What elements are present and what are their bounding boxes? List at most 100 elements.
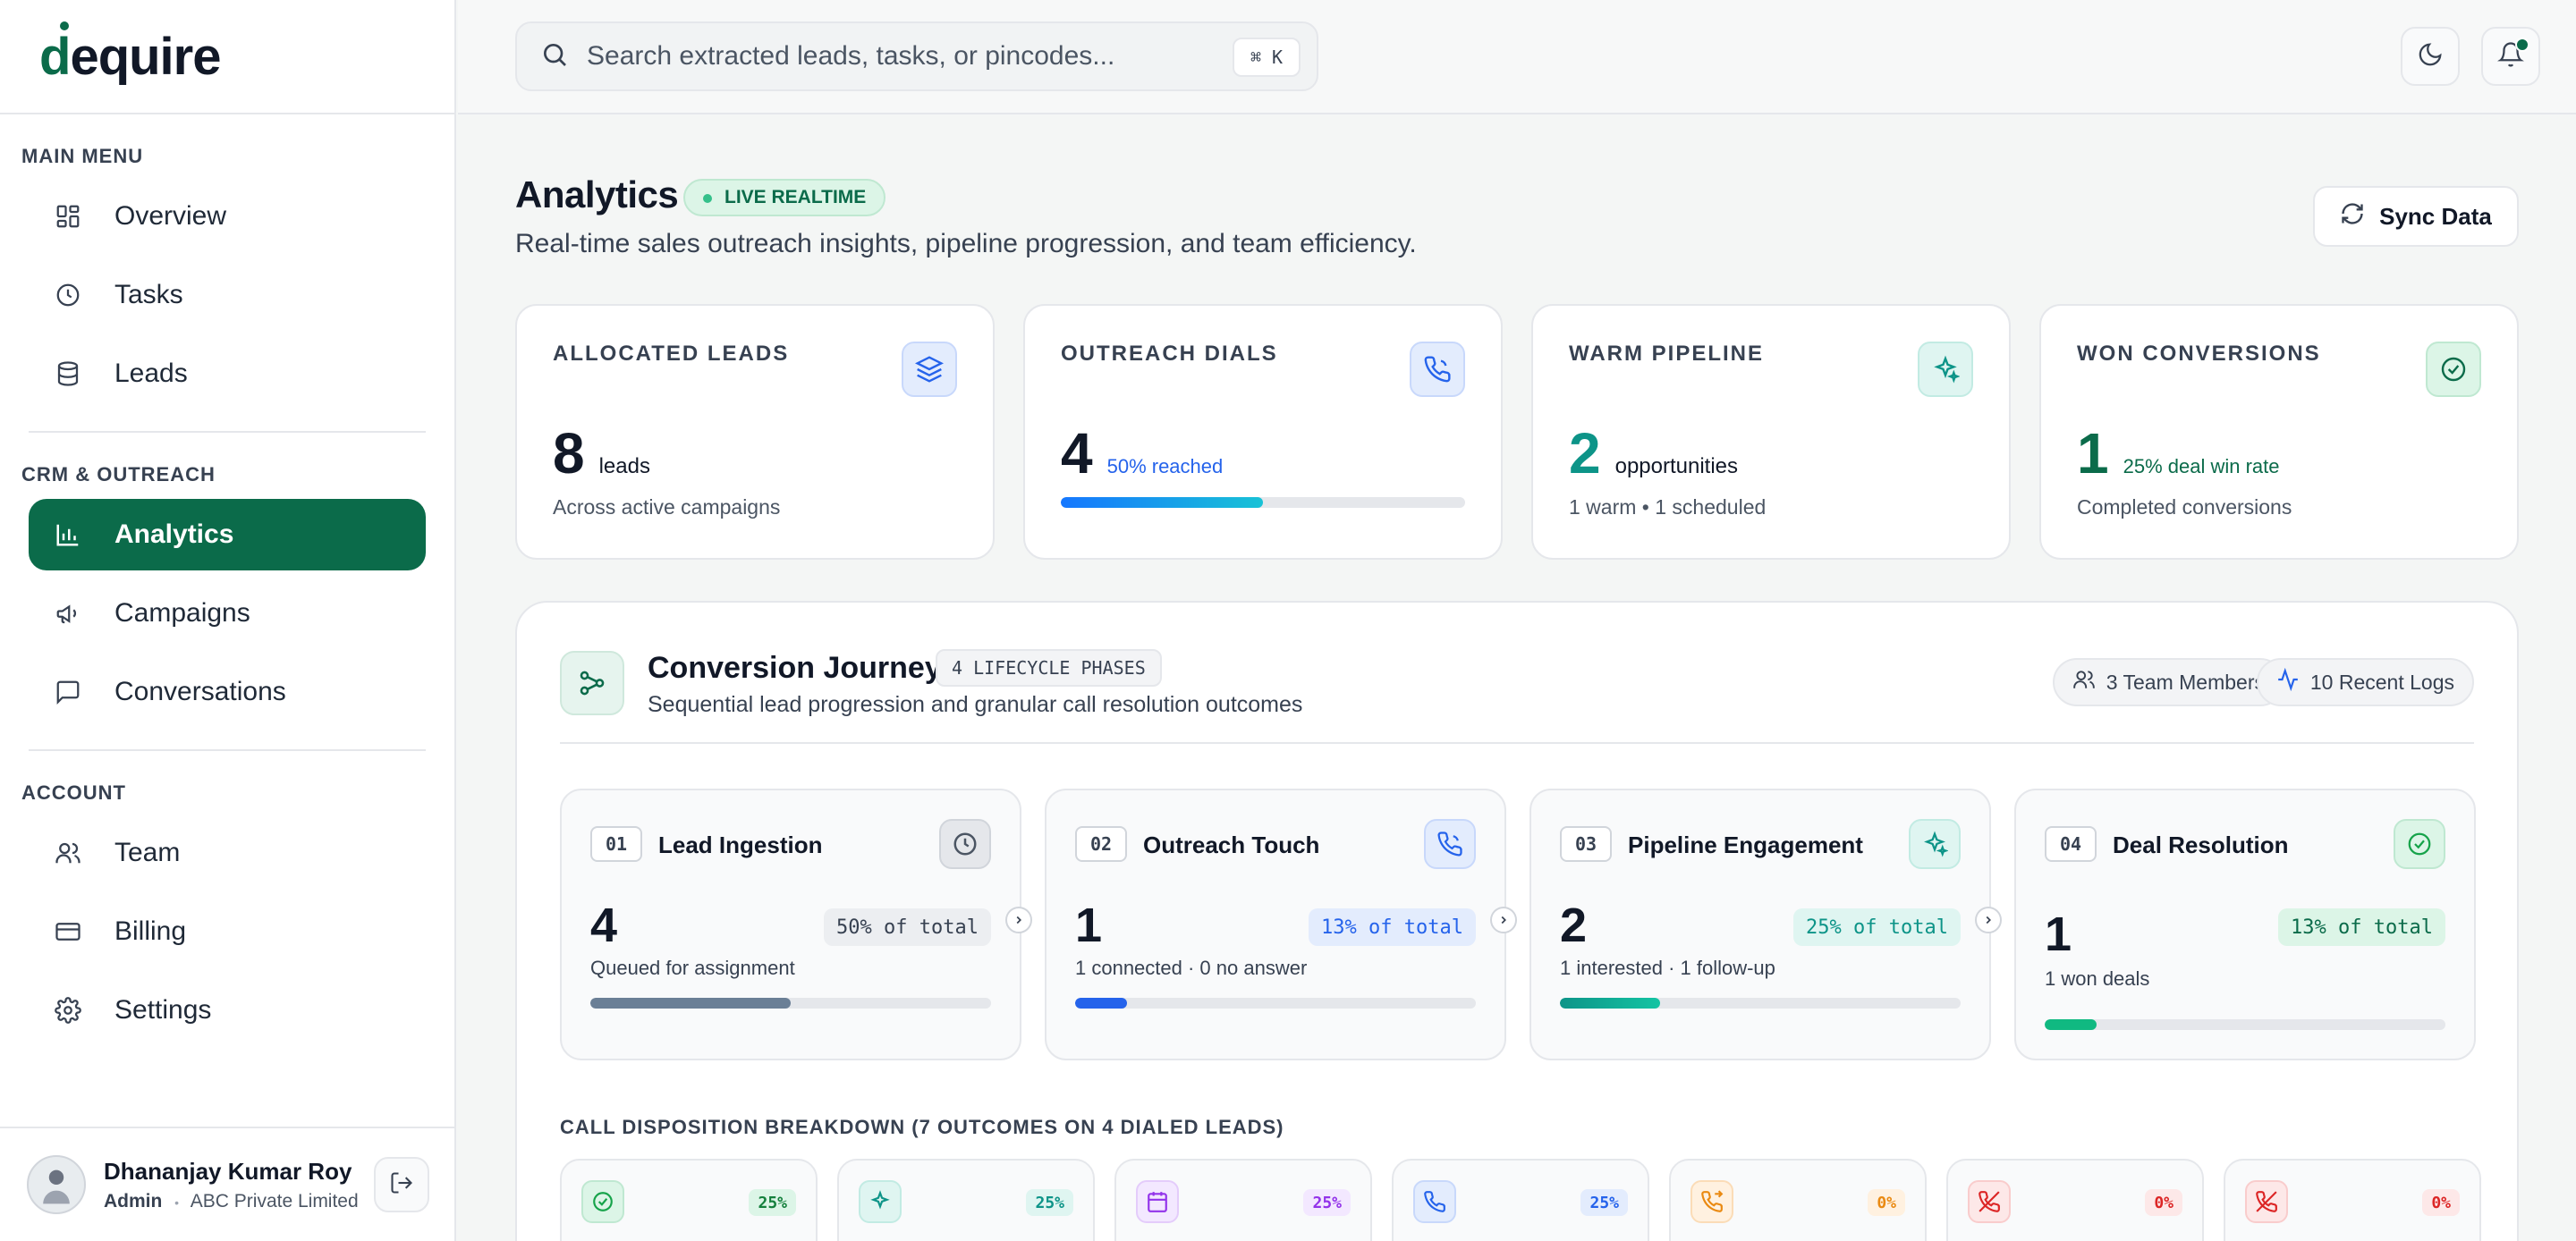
phase-card-outreach-touch[interactable]: 02 Outreach Touch 1 13% of total 1 conne… (1045, 789, 1517, 1060)
sync-data-button[interactable]: Sync Data (2313, 186, 2519, 247)
check-circle-icon (2426, 342, 2481, 397)
disposition-card[interactable]: 0% (1669, 1159, 1927, 1241)
disposition-cards: 25% 25% 25% 25% 0% 0% 0% (560, 1159, 2481, 1241)
stat-note: 1 warm • 1 scheduled (1569, 495, 1767, 519)
nav-heading: CRM & OUTREACH (21, 463, 216, 485)
stat-unit: leads (598, 454, 650, 478)
phase-progress (1075, 998, 1476, 1009)
phone-off-icon (2245, 1180, 2288, 1223)
disposition-card[interactable]: 0% (1946, 1159, 2204, 1241)
phase-progress-fill (1075, 998, 1128, 1009)
sidebar-item-campaigns[interactable]: Campaigns (29, 578, 426, 649)
sync-label: Sync Data (2379, 202, 2492, 230)
search-input[interactable] (587, 41, 1213, 72)
phase-value: 2 (1560, 899, 1588, 952)
phase-card-lead-ingestion[interactable]: 01 Lead Ingestion 4 50% of total Queued … (560, 789, 1032, 1060)
phase-title: Pipeline Engagement (1628, 832, 1863, 858)
phase-note: Queued for assignment (590, 957, 795, 979)
phase-cards: 01 Lead Ingestion 4 50% of total Queued … (560, 789, 2476, 1060)
live-badge: LIVE REALTIME (683, 179, 886, 216)
disposition-share: 25% (1303, 1189, 1351, 1216)
lifecycle-badge: 4 LIFECYCLE PHASES (936, 649, 1162, 687)
check-circle-icon (581, 1180, 624, 1223)
sidebar-item-settings[interactable]: Settings (29, 975, 426, 1046)
page-subtitle: Real-time sales outreach insights, pipel… (515, 229, 1417, 258)
phase-number: 02 (1075, 826, 1127, 862)
team-members-chip[interactable]: 3 Team Members (2052, 658, 2284, 706)
sidebar: d equire MAIN MENU Overview Tasks Leads C… (0, 0, 456, 1241)
avatar[interactable] (27, 1155, 86, 1214)
stat-value: 8 (553, 421, 585, 485)
logout-button[interactable] (374, 1157, 429, 1212)
nav-heading: MAIN MENU (21, 145, 144, 167)
sidebar-item-leads[interactable]: Leads (29, 338, 426, 409)
stat-card-won-conversions[interactable]: WON CONVERSIONS 1 25% deal win rate Compl… (2039, 304, 2519, 560)
disposition-card[interactable]: 25% (837, 1159, 1095, 1241)
phase-share: 50% of total (824, 908, 991, 946)
phone-forward-icon (1690, 1180, 1733, 1223)
grid-icon (52, 200, 84, 232)
sidebar-item-billing[interactable]: Billing (29, 896, 426, 967)
refresh-icon (2340, 201, 2379, 232)
calendar-icon (1136, 1180, 1179, 1223)
phase-number: 03 (1560, 826, 1612, 862)
disposition-card[interactable]: 25% (560, 1159, 818, 1241)
page-title: Analytics (515, 173, 679, 215)
stat-label: ALLOCATED LEADS (553, 342, 790, 366)
sidebar-item-team[interactable]: Team (29, 817, 426, 889)
shortcut-hint: ⌘ K (1233, 38, 1301, 77)
notification-dot (2515, 38, 2529, 52)
sidebar-item-label: Settings (114, 995, 212, 1025)
user-org: ABC Private Limited (190, 1190, 359, 1211)
phase-share: 13% of total (2278, 908, 2445, 946)
user-role: Admin (104, 1190, 163, 1211)
divider (560, 742, 2474, 744)
chevron-right-icon (1490, 907, 1517, 933)
activity-icon (2276, 667, 2310, 696)
logout-icon (389, 1170, 414, 1200)
phase-card-deal-resolution[interactable]: 04 Deal Resolution 1 13% of total 1 won … (2014, 789, 2476, 1060)
stat-card-allocated-leads[interactable]: ALLOCATED LEADS 8 leads Across active cam… (515, 304, 995, 560)
phase-card-pipeline-engagement[interactable]: 03 Pipeline Engagement 2 25% of total 1 … (1530, 789, 2002, 1060)
workflow-icon (560, 651, 624, 715)
theme-toggle-button[interactable] (2401, 27, 2460, 86)
stat-value: 2 (1569, 421, 1601, 485)
phase-note: 1 interested · 1 follow-up (1560, 957, 1775, 979)
journey-subtitle: Sequential lead progression and granular… (648, 692, 1303, 717)
sidebar-item-analytics[interactable]: Analytics (29, 499, 426, 570)
notifications-button[interactable] (2481, 27, 2540, 86)
disposition-card[interactable]: 0% (2224, 1159, 2481, 1241)
logo-wordmark: equire (70, 27, 221, 86)
sidebar-item-tasks[interactable]: Tasks (29, 259, 426, 331)
users-icon (52, 837, 84, 869)
disposition-share: 0% (2422, 1189, 2460, 1216)
user-profile: Dhananjay Kumar Roy Admin • ABC Private … (0, 1127, 454, 1241)
layers-icon (902, 342, 957, 397)
disposition-card[interactable]: 25% (1392, 1159, 1649, 1241)
phase-share: 25% of total (1793, 908, 1961, 946)
progress-bar (1061, 497, 1465, 508)
sidebar-item-label: Conversations (114, 677, 286, 706)
phone-off-icon (1968, 1180, 2011, 1223)
phase-share: 13% of total (1309, 908, 1476, 946)
logo[interactable]: d equire (0, 0, 454, 114)
moon-icon (2417, 41, 2444, 72)
stat-unit: opportunities (1614, 454, 1739, 478)
sidebar-item-conversations[interactable]: Conversations (29, 656, 426, 728)
sparkle-icon (859, 1180, 902, 1223)
stat-card-outreach-dials[interactable]: OUTREACH DIALS 4 50% reached (1023, 304, 1503, 560)
stat-card-warm-pipeline[interactable]: WARM PIPELINE 2 opportunities 1 warm • 1 … (1531, 304, 2011, 560)
search-bar[interactable]: ⌘ K (515, 21, 1318, 91)
recent-logs-chip[interactable]: 10 Recent Logs (2256, 658, 2474, 706)
stat-note: Across active campaigns (553, 495, 781, 519)
clock-icon (939, 819, 991, 869)
disposition-heading: CALL DISPOSITION BREAKDOWN (7 OUTCOMES O… (560, 1116, 1284, 1138)
bar-chart-icon (52, 519, 84, 551)
phase-progress-fill (2045, 1019, 2097, 1030)
sidebar-item-overview[interactable]: Overview (29, 181, 426, 252)
disposition-share: 25% (1026, 1189, 1073, 1216)
disposition-share: 25% (749, 1189, 796, 1216)
disposition-card[interactable]: 25% (1114, 1159, 1372, 1241)
sidebar-item-label: Leads (114, 359, 188, 388)
sparkle-icon (1909, 819, 1961, 869)
